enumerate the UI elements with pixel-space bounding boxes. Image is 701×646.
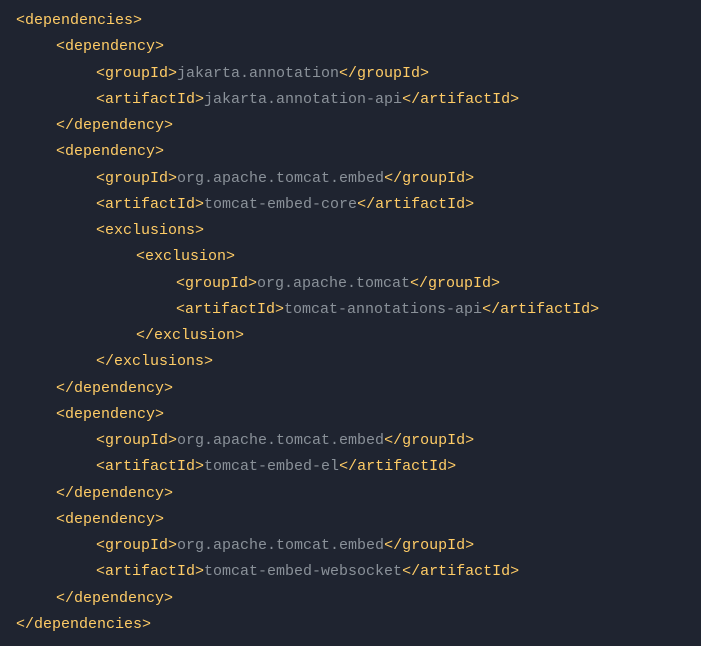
xml-tag: </groupId>	[384, 537, 474, 554]
code-line: <dependency>	[16, 402, 685, 428]
xml-tag: </artifactId>	[357, 196, 474, 213]
code-line: <exclusions>	[16, 218, 685, 244]
xml-tag: </groupId>	[384, 170, 474, 187]
code-line: <groupId>org.apache.tomcat.embed</groupI…	[16, 166, 685, 192]
code-line: <groupId>org.apache.tomcat.embed</groupI…	[16, 533, 685, 559]
xml-tag: <groupId>	[96, 432, 177, 449]
code-line: <dependencies>	[16, 8, 685, 34]
xml-tag: </artifactId>	[339, 458, 456, 475]
xml-tag: <artifactId>	[96, 563, 204, 580]
xml-tag: </dependency>	[56, 380, 173, 397]
xml-tag: </dependency>	[56, 590, 173, 607]
code-line: <artifactId>tomcat-embed-websocket</arti…	[16, 559, 685, 585]
xml-tag: </dependency>	[56, 485, 173, 502]
xml-tag: <artifactId>	[96, 196, 204, 213]
xml-tag: <exclusions>	[96, 222, 204, 239]
xml-text: tomcat-embed-el	[204, 458, 339, 475]
xml-text: org.apache.tomcat.embed	[177, 170, 384, 187]
xml-tag: </artifactId>	[402, 563, 519, 580]
code-line: <artifactId>tomcat-annotations-api</arti…	[16, 297, 685, 323]
xml-tag: <artifactId>	[96, 91, 204, 108]
code-line: <artifactId>tomcat-embed-el</artifactId>	[16, 454, 685, 480]
xml-tag: <dependencies>	[16, 12, 142, 29]
xml-tag: <artifactId>	[176, 301, 284, 318]
code-line: </dependencies>	[16, 612, 685, 638]
xml-tag: </exclusion>	[136, 327, 244, 344]
code-line: <dependency>	[16, 34, 685, 60]
code-line: <artifactId>jakarta.annotation-api</arti…	[16, 87, 685, 113]
xml-tag: <dependency>	[56, 511, 164, 528]
xml-text: org.apache.tomcat	[257, 275, 410, 292]
xml-text: org.apache.tomcat.embed	[177, 537, 384, 554]
xml-tag: </artifactId>	[482, 301, 599, 318]
xml-text: org.apache.tomcat.embed	[177, 432, 384, 449]
xml-tag: </dependency>	[56, 117, 173, 134]
code-line: </exclusions>	[16, 349, 685, 375]
xml-tag: <exclusion>	[136, 248, 235, 265]
xml-text: jakarta.annotation	[177, 65, 339, 82]
xml-tag: <dependency>	[56, 38, 164, 55]
xml-text: tomcat-annotations-api	[284, 301, 482, 318]
code-line: <groupId>jakarta.annotation</groupId>	[16, 61, 685, 87]
code-line: </dependency>	[16, 113, 685, 139]
xml-tag: </groupId>	[410, 275, 500, 292]
xml-text: tomcat-embed-core	[204, 196, 357, 213]
code-line: </dependency>	[16, 376, 685, 402]
code-line: <artifactId>tomcat-embed-core</artifactI…	[16, 192, 685, 218]
xml-tag: <dependency>	[56, 406, 164, 423]
xml-tag: </exclusions>	[96, 353, 213, 370]
xml-tag: </groupId>	[384, 432, 474, 449]
xml-tag: <groupId>	[96, 170, 177, 187]
xml-tag: </artifactId>	[402, 91, 519, 108]
code-line: <dependency>	[16, 139, 685, 165]
code-line: <exclusion>	[16, 244, 685, 270]
xml-tag: <artifactId>	[96, 458, 204, 475]
code-block: <dependencies><dependency><groupId>jakar…	[16, 8, 685, 638]
xml-tag: </dependencies>	[16, 616, 151, 633]
code-line: </dependency>	[16, 481, 685, 507]
xml-tag: </groupId>	[339, 65, 429, 82]
code-line: <groupId>org.apache.tomcat.embed</groupI…	[16, 428, 685, 454]
code-line: </dependency>	[16, 586, 685, 612]
code-line: <dependency>	[16, 507, 685, 533]
xml-tag: <groupId>	[96, 537, 177, 554]
code-line: </exclusion>	[16, 323, 685, 349]
xml-tag: <groupId>	[96, 65, 177, 82]
xml-tag: <dependency>	[56, 143, 164, 160]
xml-tag: <groupId>	[176, 275, 257, 292]
xml-text: jakarta.annotation-api	[204, 91, 402, 108]
xml-text: tomcat-embed-websocket	[204, 563, 402, 580]
code-line: <groupId>org.apache.tomcat</groupId>	[16, 271, 685, 297]
